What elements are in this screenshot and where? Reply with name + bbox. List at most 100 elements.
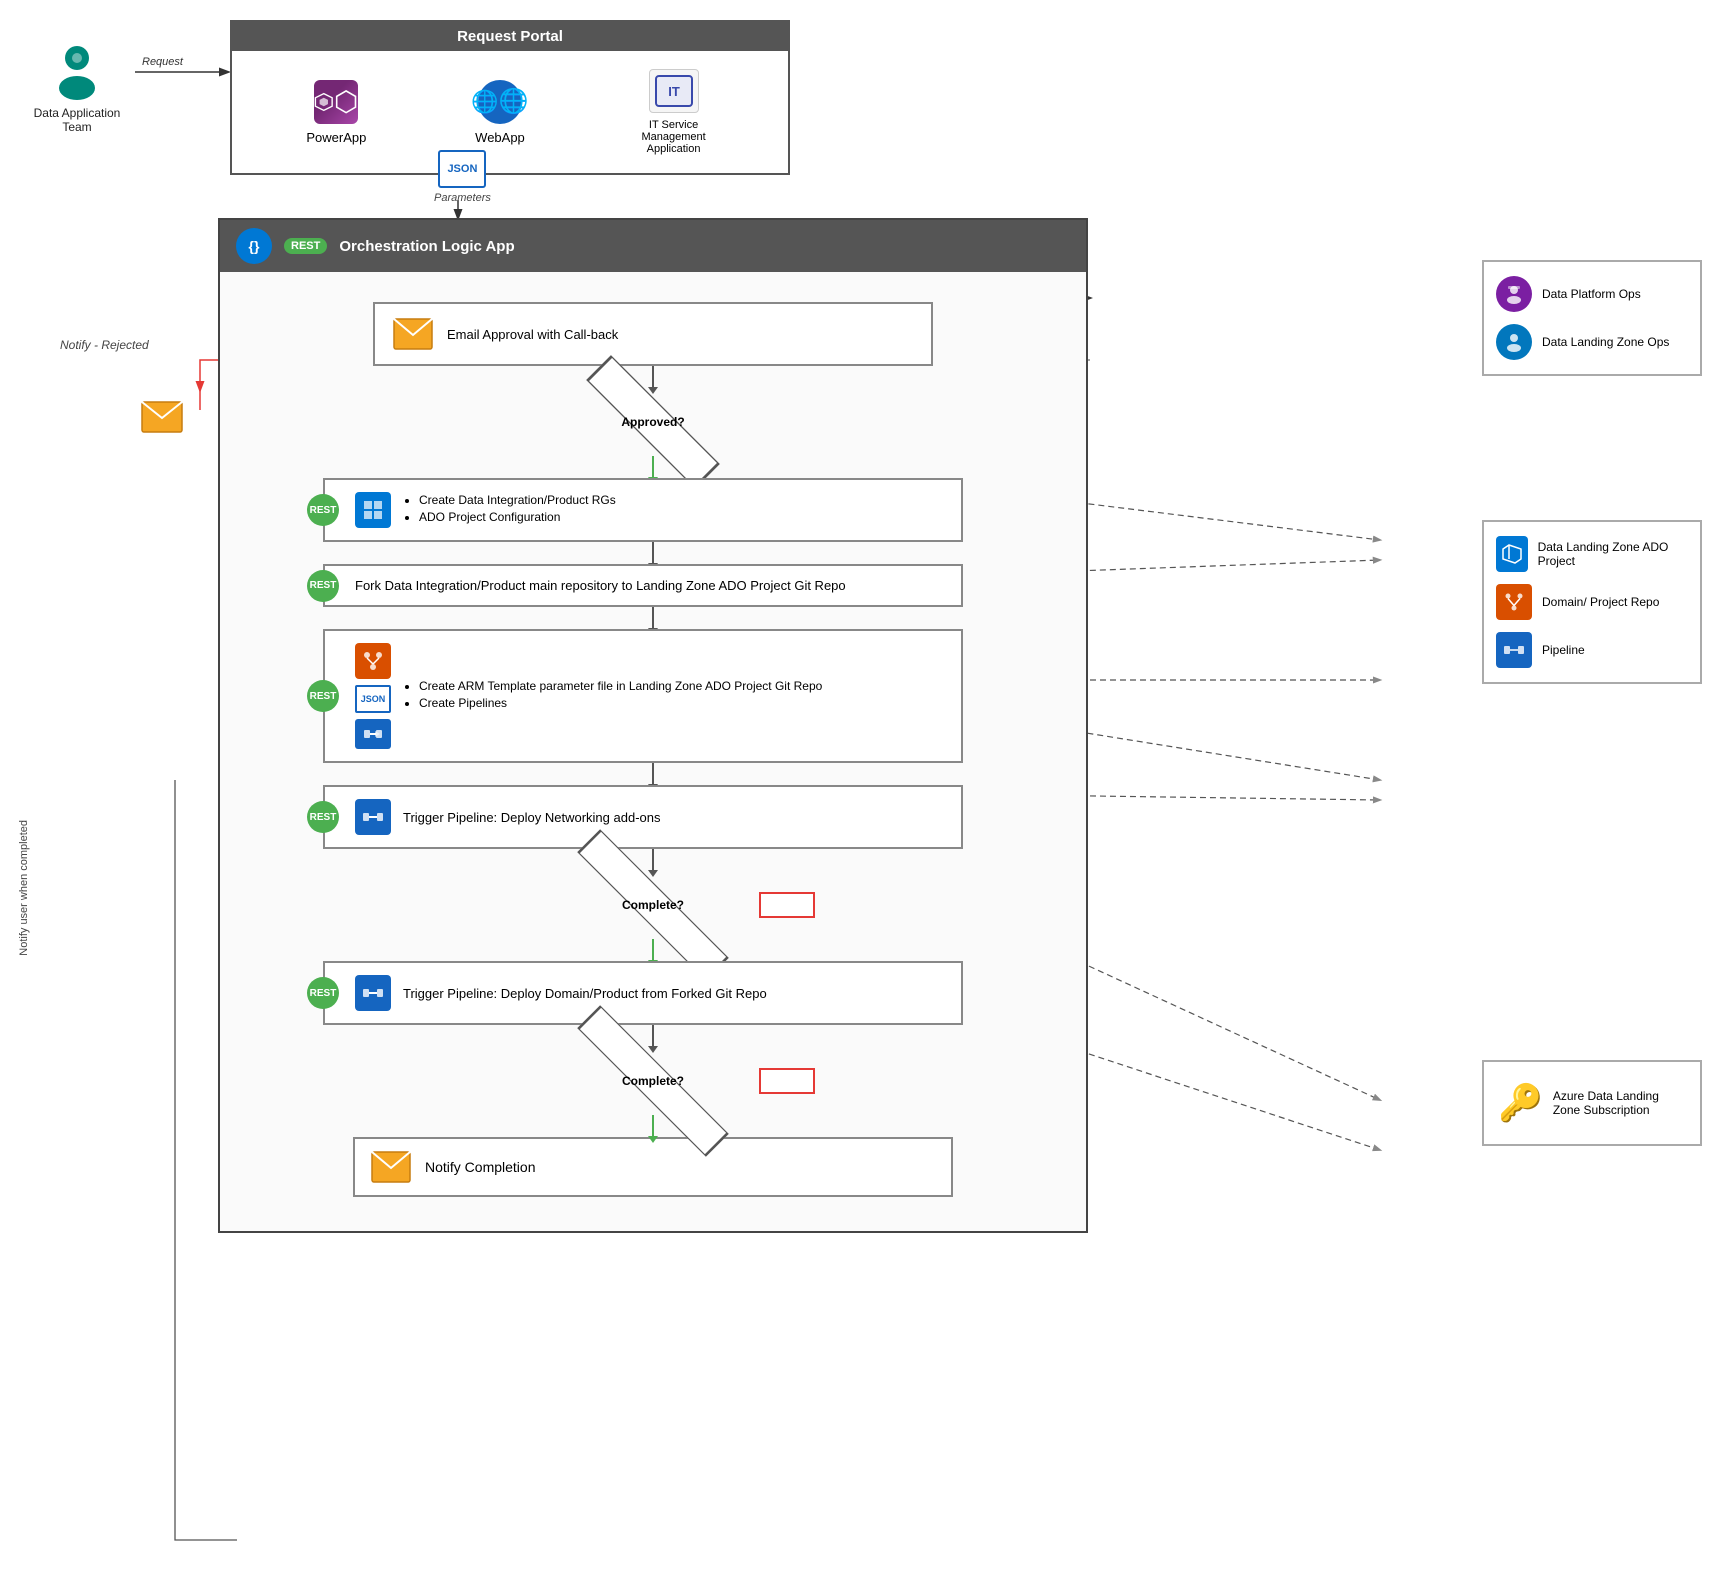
step4-content: Trigger Pipeline: Deploy Networking add-… [355, 799, 660, 835]
approved-diamond: Approved? [588, 388, 718, 456]
webapp-label: WebApp [475, 130, 525, 145]
right-box-item-subscription: 🔑 Azure Data Landing Zone Subscription [1498, 1082, 1686, 1124]
email-approval-container: Email Approval with Call-back [373, 302, 933, 366]
step1-text: Create Data Integration/Product RGs ADO … [401, 493, 616, 527]
complete1-diamond: Complete? [563, 871, 743, 939]
data-app-team: Data Application Team [32, 40, 122, 134]
arrow-email-to-diamond [652, 366, 654, 388]
domain-repo-label: Domain/ Project Repo [1542, 595, 1659, 609]
complete2-diamond: Complete? [563, 1047, 743, 1115]
request-portal-body: PowerApp 🌐 WebApp IT IT Service Manageme… [232, 51, 788, 173]
complete2-red-box [759, 1068, 815, 1094]
step5-pipeline-icon [355, 975, 391, 1011]
arrow-approved-to-step1 [652, 456, 654, 478]
step3-repo-icon [355, 643, 391, 679]
email-completion-icon [371, 1151, 411, 1183]
orchestration-logic-app: {} REST Orchestration Logic App Email Ap… [218, 218, 1088, 1233]
person-icon [47, 40, 107, 100]
subscription-key-icon: 🔑 [1498, 1082, 1543, 1124]
right-box-approvers: Data Platform Ops Data Landing Zone Ops [1482, 260, 1702, 376]
data-app-team-label: Data Application Team [32, 106, 122, 134]
orchestration-title: Orchestration Logic App [339, 238, 514, 255]
email-approval-box: Email Approval with Call-back [373, 302, 933, 366]
step2-box: Fork Data Integration/Product main repos… [323, 564, 963, 607]
right-box-subscription: 🔑 Azure Data Landing Zone Subscription [1482, 1060, 1702, 1146]
notify-user-label: Notify user when completed [18, 820, 30, 956]
right-box-ado: Data Landing Zone ADO Project Domain/ Pr… [1482, 520, 1702, 684]
itsm-icon: IT [649, 69, 699, 113]
step3-json-icon: JSON [355, 685, 391, 713]
email-approval-label: Email Approval with Call-back [447, 327, 618, 342]
right-box-item-ado-project: Data Landing Zone ADO Project [1496, 536, 1688, 572]
step3-rest-badge: REST [307, 680, 339, 712]
step3-text: Create ARM Template parameter file in La… [401, 679, 822, 713]
step5-content: Trigger Pipeline: Deploy Domain/Product … [355, 975, 767, 1011]
step3-pipeline-icon [355, 719, 391, 749]
step2-wrapper: REST Fork Data Integration/Product main … [323, 564, 983, 607]
svg-text:IT: IT [668, 84, 680, 99]
data-landing-ops-icon [1496, 324, 1532, 360]
notify-completion-label: Notify Completion [425, 1159, 536, 1175]
step4-text: Trigger Pipeline: Deploy Networking add-… [403, 810, 660, 825]
step3-box: JSON Create ARM Template parameter file … [323, 629, 963, 763]
ado-project-icon [1496, 536, 1528, 572]
complete1-red-box [759, 892, 815, 918]
request-portal: Request Portal PowerApp 🌐 WebApp [230, 20, 790, 175]
data-platform-ops-label: Data Platform Ops [1542, 287, 1641, 301]
params-label: Parameters [434, 192, 491, 204]
step3-wrapper: REST JSON Create AR [323, 629, 983, 763]
json-icon: JSON [438, 150, 486, 188]
pipeline-label: Pipeline [1542, 643, 1585, 657]
step1-box: Create Data Integration/Product RGs ADO … [323, 478, 963, 542]
step4-rest-badge: REST [307, 801, 339, 833]
right-box-item-domain-repo: Domain/ Project Repo [1496, 584, 1688, 620]
itsm-label: IT Service Management Application [634, 119, 714, 155]
step5-box: Trigger Pipeline: Deploy Domain/Product … [323, 961, 963, 1025]
svg-text:{}: {} [249, 238, 260, 254]
right-box-item-data-landing-ops: Data Landing Zone Ops [1496, 324, 1688, 360]
email-approval-icon [393, 318, 433, 350]
step4-box: Trigger Pipeline: Deploy Networking add-… [323, 785, 963, 849]
domain-repo-icon [1496, 584, 1532, 620]
webapp-icon: 🌐 [478, 80, 522, 124]
step5-wrapper: REST Trigger Pipeline: Deploy Domain/Pro… [323, 961, 983, 1025]
right-box-item-pipeline: Pipeline [1496, 632, 1688, 668]
data-platform-ops-icon [1496, 276, 1532, 312]
step5-text: Trigger Pipeline: Deploy Domain/Product … [403, 986, 767, 1001]
portal-item-itsm: IT IT Service Management Application [634, 69, 714, 155]
data-landing-ops-label: Data Landing Zone Ops [1542, 335, 1669, 349]
step5-rest-badge: REST [307, 977, 339, 1009]
portal-item-webapp: 🌐 WebApp [475, 80, 525, 145]
step1-wrapper: REST Create Data Integration/Product RGs… [323, 478, 983, 542]
subscription-label: Azure Data Landing Zone Subscription [1553, 1089, 1686, 1117]
pipeline-icon [1496, 632, 1532, 668]
step4-pipeline-icon [355, 799, 391, 835]
step2-rest-badge: REST [307, 570, 339, 602]
step1-rest-badge: REST [307, 494, 339, 526]
complete1-label: Complete? [622, 898, 684, 912]
request-portal-header: Request Portal [232, 22, 788, 51]
step2-text: Fork Data Integration/Product main repos… [355, 578, 846, 593]
logic-app-icon: {} [236, 228, 272, 264]
step3-content: JSON Create ARM Template parameter file … [355, 643, 945, 749]
notify-completion-box: Notify Completion [353, 1137, 953, 1197]
step4-wrapper: REST Trigger Pipeline: Deploy Networking… [323, 785, 983, 849]
step1-content: Create Data Integration/Product RGs ADO … [355, 492, 945, 528]
orchestration-header: {} REST Orchestration Logic App [220, 220, 1086, 272]
powerapp-icon [314, 80, 358, 124]
approved-label: Approved? [621, 415, 684, 429]
orchestration-body: Email Approval with Call-back Approved? … [220, 272, 1086, 1231]
svg-text:Request: Request [142, 56, 184, 68]
complete2-label: Complete? [622, 1074, 684, 1088]
step1-icon [355, 492, 391, 528]
notify-rejected-label: Notify - Rejected [60, 338, 149, 352]
right-box-item-data-platform-ops: Data Platform Ops [1496, 276, 1688, 312]
powerapp-label: PowerApp [306, 130, 366, 145]
ado-project-label: Data Landing Zone ADO Project [1538, 540, 1688, 568]
notify-rejected-area [140, 400, 184, 434]
email-rejected-icon [140, 400, 184, 434]
orchestration-rest-badge: REST [284, 238, 327, 254]
portal-item-powerapp: PowerApp [306, 80, 366, 145]
diagram-container: Request Notify Approver Callback URL [0, 0, 1734, 1588]
params-box: JSON Parameters [434, 150, 491, 204]
